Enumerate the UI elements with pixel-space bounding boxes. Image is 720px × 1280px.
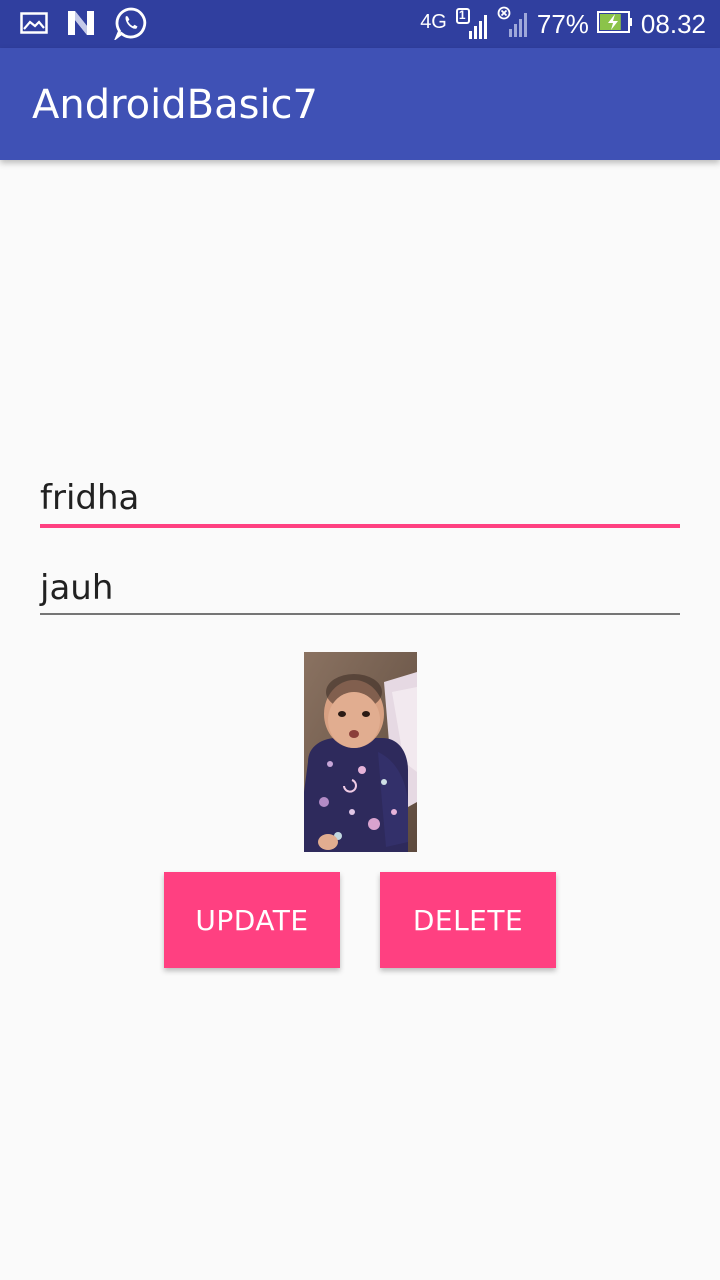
whatsapp-icon (113, 6, 148, 45)
gallery-icon (20, 11, 48, 40)
notification-icons (20, 6, 148, 45)
first-name-input-text[interactable]: fridha (40, 476, 680, 520)
signal-sim1-icon: 1 (455, 7, 489, 41)
battery-percent: 77% (536, 8, 589, 39)
app-bar: AndroidBasic7 (0, 48, 720, 160)
status-bar: 4G 1 77% 08.32 (0, 0, 720, 48)
sim-slot-label: 1 (458, 8, 466, 22)
network-type: 4G (420, 10, 447, 33)
clock: 08.32 (640, 8, 706, 39)
delete-button[interactable]: DELETE (380, 872, 556, 968)
battery-charging-icon (596, 10, 633, 39)
second-field[interactable]: jauh (40, 566, 680, 615)
first-name-field[interactable]: fridha (40, 476, 680, 528)
second-input-text[interactable]: jauh (40, 566, 680, 610)
signal-sim2-icon (497, 5, 529, 44)
system-indicators: 4G 1 77% 08.32 (420, 6, 706, 42)
app-title: AndroidBasic7 (32, 82, 318, 128)
baby-photo (304, 652, 417, 852)
update-button[interactable]: UPDATE (164, 872, 340, 968)
first-name-underline (40, 524, 680, 528)
n-notification-icon (66, 9, 96, 42)
second-underline (40, 613, 680, 615)
